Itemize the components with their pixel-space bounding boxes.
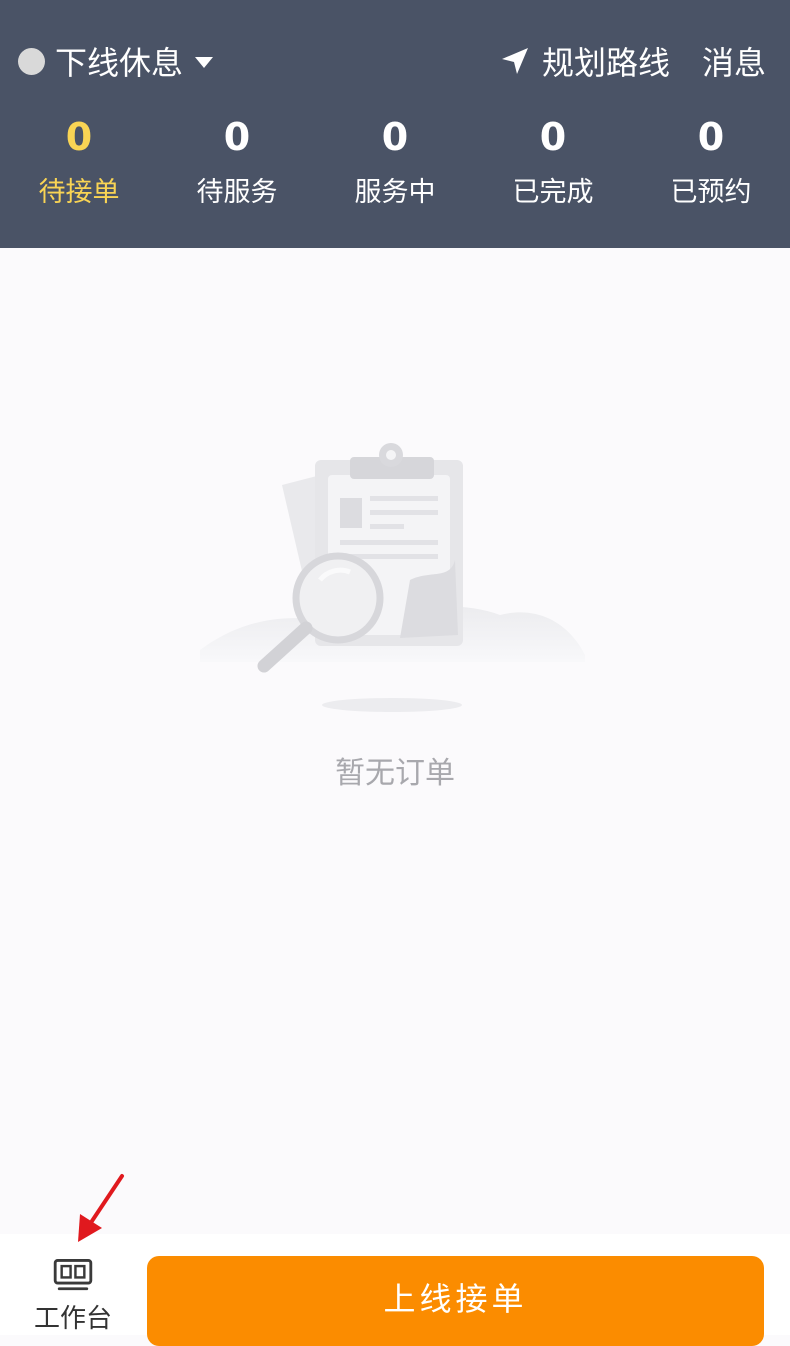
messages-button[interactable]: 消息 [702, 38, 766, 84]
workbench-label: 工作台 [33, 1304, 112, 1334]
empty-clipboard-icon [200, 443, 585, 712]
stat-label: 待接单 [38, 177, 120, 208]
stat-label: 待服务 [196, 177, 278, 208]
bottom-bar: 工作台 上线接单 [0, 1234, 790, 1346]
tab-completed[interactable]: 0 已完成 [474, 112, 632, 222]
workbench-icon [53, 1259, 93, 1291]
tab-pending-service[interactable]: 0 待服务 [158, 112, 316, 222]
caret-down-icon [195, 56, 214, 68]
navigation-arrow-icon [502, 48, 528, 74]
status-label: 下线休息 [55, 44, 184, 82]
route-planning-label: 规划路线 [542, 44, 671, 82]
stat-count: 0 [381, 115, 409, 159]
status-dropdown[interactable]: 下线休息 [18, 38, 214, 84]
order-status-tabs: 0 待接单 0 待服务 0 服务中 0 已完成 0 已预约 [0, 112, 790, 222]
route-planning-button[interactable]: 规划路线 [500, 38, 670, 84]
tab-in-service[interactable]: 0 服务中 [316, 112, 474, 222]
stat-label: 已完成 [512, 177, 594, 208]
stat-count: 0 [65, 115, 93, 159]
header-bar: 下线休息 规划路线 消息 0 待接单 0 待服务 0 服务中 0 已完成 0 已… [0, 0, 790, 248]
status-dot-icon [18, 47, 45, 75]
stat-label: 已预约 [670, 177, 752, 208]
tab-reserved[interactable]: 0 已预约 [632, 112, 790, 222]
stat-count: 0 [539, 115, 567, 159]
annotation-arrow-icon [78, 1174, 124, 1242]
tab-pending-accept[interactable]: 0 待接单 [0, 112, 158, 222]
go-online-button[interactable]: 上线接单 [147, 1256, 764, 1346]
empty-state-text: 暂无订单 [335, 756, 455, 791]
stat-label: 服务中 [354, 177, 436, 208]
stat-count: 0 [697, 115, 725, 159]
workbench-tab[interactable]: 工作台 [26, 1258, 120, 1335]
stat-count: 0 [223, 115, 251, 159]
